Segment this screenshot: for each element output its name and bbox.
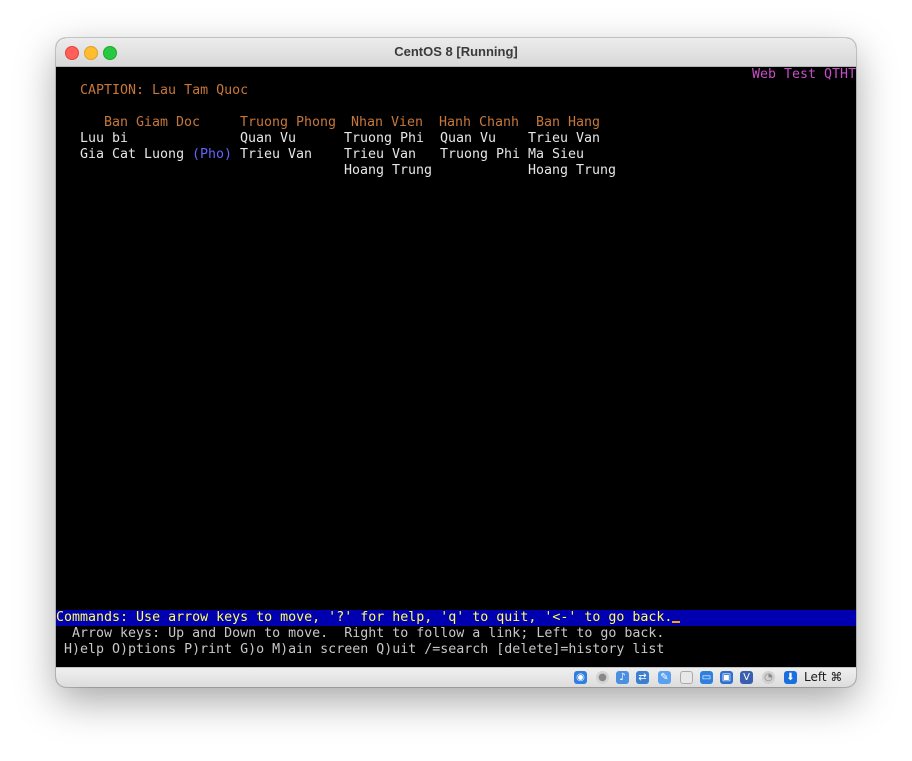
help-line-2: H)elp O)ptions P)rint G)o M)ain screen Q…: [56, 642, 665, 657]
network-icon[interactable]: ⇄: [636, 671, 649, 684]
mouse-integration-icon[interactable]: ⬇: [784, 671, 797, 684]
cell-hanh-chanh-2: Truong Phi: [440, 147, 521, 162]
caption: CAPTION: Lau Tam Quoc: [80, 83, 249, 98]
cell-ban-hang-1: Trieu Van: [528, 131, 601, 146]
cell-nhan-vien-3: Hoang Trung: [344, 163, 433, 178]
cell-nhan-vien-2: Trieu Van: [344, 147, 417, 162]
top-right-title: Web Test QTHT: [752, 67, 856, 82]
help-line-1: Arrow keys: Up and Down to move. Right t…: [56, 626, 665, 641]
optical-drive-icon[interactable]: ●: [596, 671, 609, 684]
terminal-screen[interactable]: Web Test QTHT CAPTION: Lau Tam Quoc Ban …: [56, 67, 856, 667]
command-line: Commands: Use arrow keys to move, '?' fo…: [56, 610, 681, 626]
cell-truong-phong-1: Quan Vu: [240, 131, 297, 146]
command-line-text: Commands: Use arrow keys to move, '?' fo…: [56, 610, 673, 625]
hard-disk-icon[interactable]: ◉: [574, 671, 587, 684]
vm-status-bar: ◉ ● ♪ ⇄ ✎ ▭ ▣ V ◔ ⬇ Left ⌘: [56, 667, 856, 687]
recording-icon[interactable]: ▣: [720, 671, 733, 684]
cell-truong-phong-2: Trieu Van: [240, 147, 313, 162]
pho-link[interactable]: (Pho): [192, 147, 232, 163]
header-ban-hang: Ban Hang: [536, 115, 601, 130]
cpu-icon[interactable]: ◔: [762, 671, 775, 684]
usb-icon[interactable]: ✎: [658, 671, 671, 684]
window-title: CentOS 8 [Running]: [394, 44, 518, 59]
cell-ban-giam-doc-2: Gia Cat Luong: [80, 147, 185, 162]
host-key-label[interactable]: Left ⌘: [804, 670, 842, 684]
vm-window: CentOS 8 [Running] Web Test QTHT CAPTION…: [56, 38, 856, 687]
header-nhan-vien: Nhan Vien: [351, 115, 424, 130]
header-ban-giam-doc: Ban Giam Doc: [104, 115, 201, 130]
header-truong-phong: Truong Phong: [240, 115, 337, 130]
title-bar[interactable]: CentOS 8 [Running]: [56, 38, 856, 67]
virtualization-icon[interactable]: V: [740, 671, 753, 684]
cell-nhan-vien-1: Truong Phi: [344, 131, 425, 146]
cell-ban-giam-doc-1: Luu bi: [80, 131, 129, 146]
text-cursor: [672, 621, 681, 623]
command-bar: Commands: Use arrow keys to move, '?' fo…: [56, 610, 856, 626]
audio-icon[interactable]: ♪: [616, 671, 629, 684]
shared-folder-icon[interactable]: [680, 671, 693, 684]
header-hanh-chanh: Hanh Chanh: [439, 115, 520, 130]
cell-ban-hang-2: Ma Sieu: [528, 147, 585, 162]
cell-ban-hang-3: Hoang Trung: [528, 163, 617, 178]
cell-hanh-chanh-1: Quan Vu: [440, 131, 497, 146]
display-icon[interactable]: ▭: [700, 671, 713, 684]
